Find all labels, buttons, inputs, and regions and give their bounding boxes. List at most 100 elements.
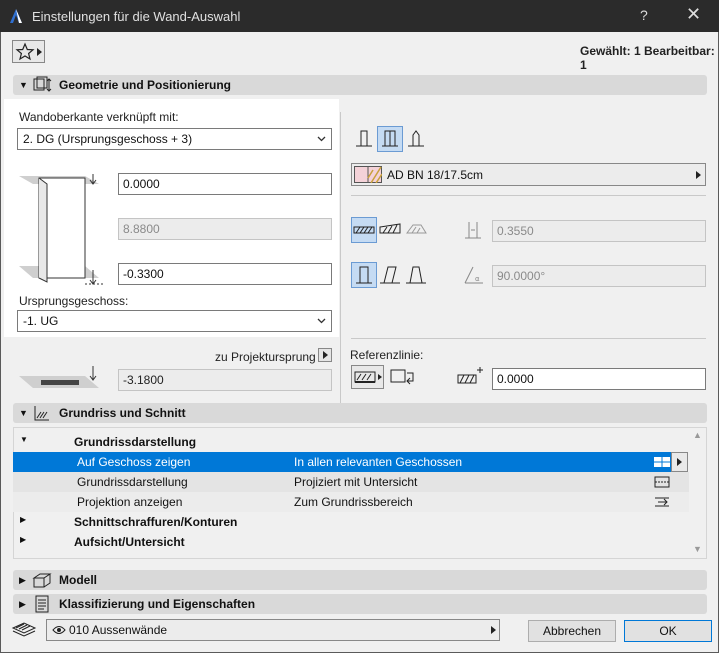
help-button[interactable]: ? xyxy=(640,7,648,23)
tree-row[interactable]: Grundrissdarstellung Projiziert mit Unte… xyxy=(13,472,689,492)
wall-profile-double-slanted-button[interactable] xyxy=(403,262,429,288)
triangle-right-icon xyxy=(677,458,682,466)
wall-profile-straight-button[interactable] xyxy=(351,262,377,288)
close-button[interactable]: ✕ xyxy=(686,4,701,25)
dialog-body: Gewählt: 1 Bearbeitbar: 1 ▼ Geometrie un… xyxy=(1,32,718,652)
material-hatch-icon xyxy=(354,166,382,183)
tree-row-selected[interactable]: Auf Geschoss zeigen In allen relevanten … xyxy=(13,452,688,472)
selection-info: Gewählt: 1 Bearbeitbar: 1 xyxy=(580,44,715,72)
cancel-button[interactable]: Abbrechen xyxy=(528,620,616,642)
scroll-down-icon[interactable]: ▼ xyxy=(693,544,702,554)
wall-type-trapezoid-button[interactable] xyxy=(377,217,403,243)
top-link-label: Wandoberkante verknüpft mit: xyxy=(19,110,179,124)
tree-scrollbar[interactable]: ▲ ▼ xyxy=(689,428,706,558)
expand-icon: ▶ xyxy=(20,515,27,524)
home-story-value: -1. UG xyxy=(23,314,59,328)
section-floorplan-header[interactable]: ▼ Grundriss und Schnitt xyxy=(13,403,707,423)
straight-profile-icon xyxy=(356,266,372,284)
tree-group-grundrissdarstellung[interactable]: ▼ Grundrissdarstellung xyxy=(13,432,689,452)
slanted-profile-icon xyxy=(380,266,400,284)
top-offset-input[interactable]: 0.0000 xyxy=(118,173,332,195)
thickness-icon xyxy=(465,222,481,239)
group-label: Schnittschraffuren/Konturen xyxy=(74,515,238,529)
bottom-offset-input[interactable]: -0.3300 xyxy=(118,263,332,285)
thickness-input: 0.3550 xyxy=(492,220,706,242)
project-zero-button[interactable] xyxy=(318,348,332,362)
project-zero-diagram-icon xyxy=(19,366,99,388)
archicad-logo-icon xyxy=(10,9,22,23)
row-name: Projektion anzeigen xyxy=(77,495,183,509)
row-name: Grundrissdarstellung xyxy=(77,475,188,489)
double-slanted-profile-icon xyxy=(406,266,426,284)
reference-line-flip-button[interactable] xyxy=(389,365,417,389)
tree-row[interactable]: Projektion anzeigen Zum Grundrissbereich xyxy=(13,492,689,512)
wall-structure-left-button[interactable] xyxy=(351,126,377,152)
reference-offset-icon xyxy=(457,367,483,384)
expand-icon: ▶ xyxy=(20,535,27,544)
top-link-select[interactable]: 2. DG (Ursprungsgeschoss + 3) xyxy=(17,128,332,150)
eye-icon xyxy=(52,626,66,634)
row-value: Zum Grundrissbereich xyxy=(294,495,413,509)
wall-type-polygon-button[interactable] xyxy=(403,217,429,243)
polygon-wall-icon xyxy=(406,224,427,234)
wall-height-diagram-icon xyxy=(19,174,103,285)
panel-divider xyxy=(340,112,341,422)
tree-group-schnittschraffuren[interactable]: ▶ Schnittschraffuren/Konturen xyxy=(13,512,689,532)
divider xyxy=(351,195,706,196)
layers-icon xyxy=(11,622,37,637)
wall-type-straight-button[interactable] xyxy=(351,217,377,243)
section-classification-header[interactable]: ▶ Klassifizierung und Eigenschaften xyxy=(13,594,707,614)
section-floorplan-title: Grundriss und Schnitt xyxy=(59,406,186,420)
reference-line-label: Referenzlinie: xyxy=(350,348,424,362)
expand-icon: ▶ xyxy=(19,575,26,585)
home-story-select[interactable]: -1. UG xyxy=(17,310,332,332)
group-label: Grundrissdarstellung xyxy=(74,435,197,449)
triangle-right-icon xyxy=(37,48,42,56)
classification-list-icon xyxy=(35,595,49,613)
reference-line-side-button[interactable] xyxy=(351,365,384,389)
chevron-down-icon xyxy=(317,136,326,142)
row-options-button[interactable] xyxy=(671,452,688,472)
wall-structure-right-button[interactable] xyxy=(403,126,429,152)
reference-offset-input[interactable]: 0.0000 xyxy=(492,368,706,390)
chevron-down-icon xyxy=(317,318,326,324)
triangle-right-icon xyxy=(696,171,701,179)
building-material-value: AD BN 18/17.5cm xyxy=(387,168,484,182)
svg-text:α: α xyxy=(475,275,480,283)
group-label: Aufsicht/Untersicht xyxy=(74,535,185,549)
project-zero-label: zu Projektursprung xyxy=(215,350,316,364)
wall-complex-icon xyxy=(408,130,424,147)
layer-value: 010 Aussenwände xyxy=(69,623,168,637)
projection-icon xyxy=(655,497,669,507)
building-material-select[interactable]: AD BN 18/17.5cm xyxy=(351,163,706,186)
wall-height-input: 8.8800 xyxy=(118,218,332,240)
triangle-right-icon xyxy=(323,351,328,359)
trapezoid-wall-icon xyxy=(379,223,401,234)
ok-button[interactable]: OK xyxy=(624,620,712,642)
scroll-up-icon[interactable]: ▲ xyxy=(693,430,702,440)
reference-line-icon xyxy=(354,371,382,383)
project-zero-input: -3.1800 xyxy=(118,369,332,391)
row-value: In allen relevanten Geschossen xyxy=(294,455,463,469)
triangle-right-icon xyxy=(491,626,496,634)
floorplan-section-icon xyxy=(34,406,49,421)
home-story-label: Ursprungsgeschoss: xyxy=(19,294,129,308)
wall-center-icon xyxy=(382,130,398,147)
layer-select[interactable]: 010 Aussenwände xyxy=(46,619,500,641)
section-model-header[interactable]: ▶ Modell xyxy=(13,570,707,590)
section-geometry-title: Geometrie und Positionierung xyxy=(59,78,232,92)
angle-icon: α xyxy=(464,266,483,284)
divider xyxy=(351,338,706,339)
section-model-title: Modell xyxy=(59,573,97,587)
star-icon xyxy=(15,42,35,61)
projected-overhead-icon xyxy=(654,476,670,488)
collapse-icon: ▼ xyxy=(19,408,28,418)
section-geometry-header[interactable]: ▼ Geometrie und Positionierung xyxy=(13,75,707,95)
top-link-value: 2. DG (Ursprungsgeschoss + 3) xyxy=(23,132,193,146)
expand-icon: ▶ xyxy=(19,599,26,609)
tree-group-aufsicht[interactable]: ▶ Aufsicht/Untersicht xyxy=(13,532,689,552)
favorites-button[interactable] xyxy=(12,40,45,63)
wall-structure-center-button[interactable] xyxy=(377,126,403,152)
wall-profile-slanted-button[interactable] xyxy=(377,262,403,288)
expand-icon: ▼ xyxy=(20,435,28,444)
